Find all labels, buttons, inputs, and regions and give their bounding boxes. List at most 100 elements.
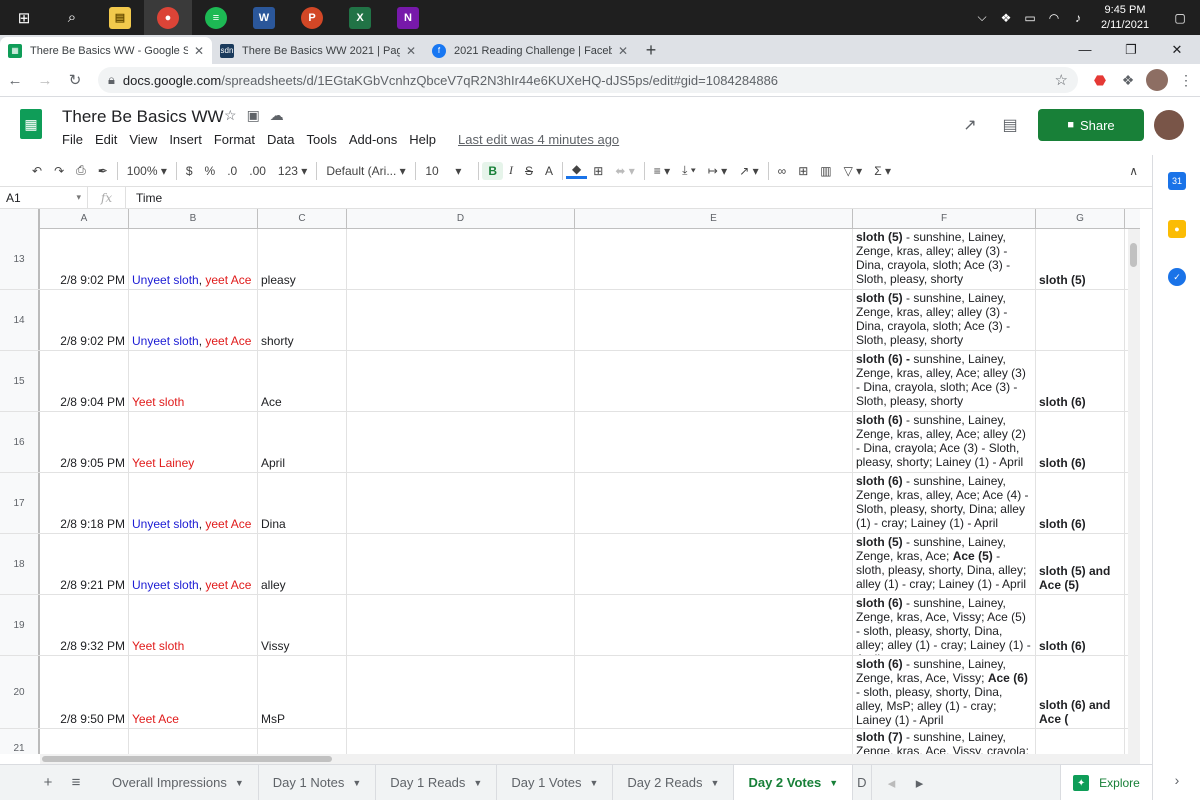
row-header[interactable]: 16 (0, 412, 40, 472)
menu-data[interactable]: Data (267, 132, 294, 147)
text-wrap-icon[interactable]: ↦ ▾ (702, 164, 733, 178)
scroll-tabs-left-icon[interactable]: ◂ (878, 774, 906, 792)
chevron-up-icon[interactable]: ⌵ (970, 10, 994, 25)
all-sheets-icon[interactable]: ≡ (62, 774, 90, 791)
cell-vote[interactable]: Unyeet sloth, yeet Ace (129, 473, 258, 533)
chrome-menu-icon[interactable]: ⋮ (1172, 72, 1200, 89)
new-tab-button[interactable]: + (636, 37, 666, 64)
scroll-tabs-right-icon[interactable]: ▸ (906, 774, 934, 792)
chevron-down-icon[interactable]: ▼ (352, 778, 361, 788)
column-header-a[interactable]: A (40, 209, 129, 229)
cell-name[interactable]: Vissy (258, 595, 347, 655)
dropbox-icon[interactable]: ❖ (994, 11, 1018, 25)
comments-icon[interactable]: ▤ (990, 115, 1030, 135)
horizontal-scrollbar[interactable] (40, 754, 1140, 764)
cell-time[interactable]: 2/8 9:21 PM (40, 534, 129, 594)
excel-icon[interactable]: X (336, 0, 384, 35)
cell-vote[interactable]: Unyeet sloth, yeet Ace (129, 290, 258, 350)
bold-button[interactable]: B (482, 161, 503, 180)
cell-leader[interactable]: sloth (6) (1036, 351, 1125, 411)
column-header-f[interactable]: F (853, 209, 1036, 229)
collapse-toolbar-icon[interactable]: ∧ (1123, 164, 1144, 178)
column-header-b[interactable]: B (129, 209, 258, 229)
cell-empty[interactable] (347, 729, 575, 754)
star-icon[interactable]: ☆ (224, 107, 247, 123)
notification-icon[interactable]: ▢ (1160, 11, 1200, 25)
cell-leader[interactable]: sloth (6) and Ace ( (1036, 656, 1125, 728)
close-window-icon[interactable]: ✕ (1154, 42, 1200, 58)
cell-vote[interactable]: Unyeet sloth, yeet Ace (129, 229, 258, 289)
cell-time[interactable]: 2/8 9:18 PM (40, 473, 129, 533)
increase-decimal-button[interactable]: .00 (243, 164, 272, 178)
cell-leader[interactable]: sloth (6) (1036, 595, 1125, 655)
cell-empty[interactable] (347, 473, 575, 533)
cell-name[interactable]: Dina (258, 473, 347, 533)
chevron-down-icon[interactable]: ▼ (473, 778, 482, 788)
menu-format[interactable]: Format (214, 132, 255, 147)
currency-format-button[interactable]: $ (180, 164, 199, 178)
cell-tally[interactable]: sloth (6) - sunshine, Lainey, Zenge, kra… (853, 473, 1036, 533)
cell-vote[interactable]: Yeet sloth (129, 351, 258, 411)
vertical-scrollbar[interactable] (1128, 229, 1140, 754)
chevron-down-icon[interactable]: ▼ (711, 778, 720, 788)
formula-input[interactable]: Time (126, 191, 162, 205)
browser-tab-sheets[interactable]: ▦ There Be Basics WW - Google Sh ✕ (0, 37, 212, 64)
cell-empty[interactable] (347, 290, 575, 350)
cell-tally[interactable]: sloth (6) - sunshine, Lainey, Zenge, kra… (853, 412, 1036, 472)
sheet-tab[interactable]: Day 2 Reads ▼ (613, 764, 735, 800)
cell-empty[interactable] (575, 656, 853, 728)
zoom-select[interactable]: 100% ▾ (121, 164, 173, 178)
keep-addon[interactable]: ● (1153, 205, 1200, 253)
move-folder-icon[interactable]: ▣ (247, 107, 270, 123)
cell-empty[interactable] (575, 351, 853, 411)
cell-tally[interactable]: sloth (5) - sunshine, Lainey, Zenge, kra… (853, 229, 1036, 289)
name-box[interactable]: A1 ▾ (0, 186, 88, 209)
decrease-decimal-button[interactable]: .0 (221, 164, 243, 178)
activity-trend-icon[interactable]: ↗ (950, 115, 990, 135)
battery-icon[interactable]: ▭ (1018, 11, 1042, 25)
functions-icon[interactable]: Σ ▾ (868, 164, 897, 178)
font-select[interactable]: Default (Ari... ▾ (320, 164, 412, 178)
calendar-addon[interactable]: 31 (1153, 157, 1200, 205)
close-icon[interactable]: ✕ (618, 44, 628, 58)
cell-tally[interactable]: sloth (5) - sunshine, Lainey, Zenge, kra… (853, 534, 1036, 594)
more-formats-select[interactable]: 123 ▾ (272, 164, 313, 178)
vertical-align-icon[interactable]: ⤓ ▾ (676, 163, 702, 178)
forward-arrow-icon[interactable]: → (30, 72, 60, 89)
back-arrow-icon[interactable]: ← (0, 72, 30, 89)
text-rotation-icon[interactable]: ↗ ▾ (733, 164, 764, 178)
cell-vote[interactable]: Unyeet sloth, yeet Ace (129, 534, 258, 594)
cell-leader[interactable]: sloth (5) and Ace (5) (1036, 534, 1125, 594)
cell-time[interactable]: 2/8 9:04 PM (40, 351, 129, 411)
cell-name[interactable]: Ace (258, 351, 347, 411)
print-icon[interactable]: ⎙ (70, 163, 92, 178)
row-header[interactable]: 14 (0, 290, 40, 350)
cell-name[interactable]: shorty (258, 290, 347, 350)
row-header[interactable]: 18 (0, 534, 40, 594)
cell-time[interactable]: 2/8 9:02 PM (40, 290, 129, 350)
cell-tally[interactable]: sloth (7) - sunshine, Lainey, Zenge, kra… (853, 729, 1036, 754)
chevron-down-icon[interactable]: ▼ (235, 778, 244, 788)
spotify-icon[interactable]: ≡ (192, 0, 240, 35)
cell-name[interactable]: alley (258, 534, 347, 594)
row-header[interactable]: 21 (0, 729, 40, 754)
address-bar[interactable]: 🔒︎ docs.google.com /spreadsheets/d/1EGta… (98, 67, 1078, 93)
last-edit-link[interactable]: Last edit was 4 minutes ago (458, 132, 619, 147)
borders-icon[interactable]: ⊞ (587, 164, 609, 178)
maximize-icon[interactable]: ❐ (1108, 42, 1154, 58)
cell-vote[interactable]: Yeet Ace (129, 656, 258, 728)
insert-chart-icon[interactable]: ▥ (814, 164, 837, 178)
cell-empty[interactable] (347, 656, 575, 728)
account-avatar[interactable] (1154, 110, 1184, 140)
cell-name[interactable] (258, 729, 347, 754)
chevron-right-icon[interactable]: › (1153, 772, 1200, 788)
sheet-tab[interactable]: D (853, 764, 872, 800)
menu-view[interactable]: View (129, 132, 157, 147)
horizontal-align-icon[interactable]: ≡ ▾ (648, 164, 676, 178)
redo-icon[interactable]: ↷ (48, 164, 70, 178)
document-title[interactable]: There Be Basics WW (62, 107, 224, 127)
chrome-icon[interactable]: ● (144, 0, 192, 35)
menu-addons[interactable]: Add-ons (349, 132, 397, 147)
cell-empty[interactable] (575, 595, 853, 655)
cell-vote[interactable]: Yeet sloth (129, 595, 258, 655)
